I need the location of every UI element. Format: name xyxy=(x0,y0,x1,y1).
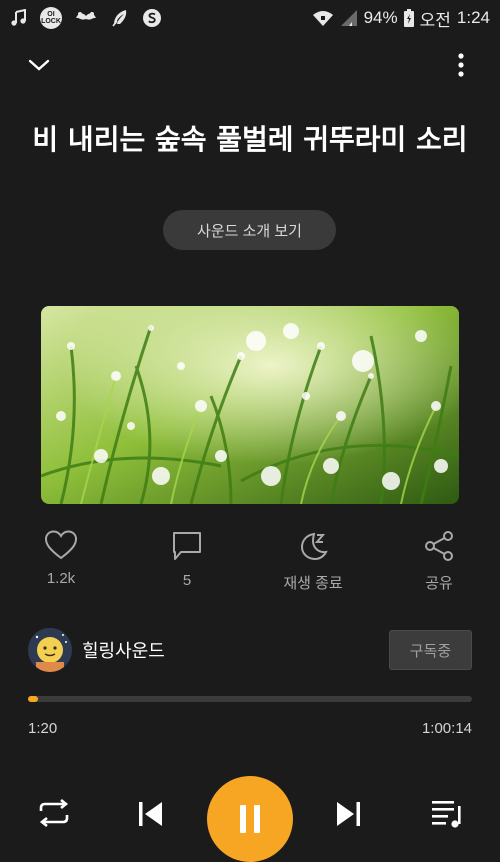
ok-lock-icon: OI LOCK xyxy=(40,7,62,29)
sleep-timer-button[interactable]: 재생 종료 xyxy=(263,530,363,593)
wifi-icon xyxy=(312,10,334,26)
channel-info[interactable]: 힐링사운드 xyxy=(28,628,165,672)
comment-button[interactable]: 5 xyxy=(137,530,237,589)
moon-icon xyxy=(300,532,328,561)
mustache-icon xyxy=(74,11,98,25)
signal-icon xyxy=(340,9,358,27)
channel-name[interactable]: 힐링사운드 xyxy=(82,637,165,663)
current-time: 1:20 xyxy=(28,720,58,737)
battery-icon xyxy=(403,9,414,27)
battery-percent: 94% xyxy=(363,8,398,27)
s-circle-icon xyxy=(142,8,162,28)
comment-count: 5 xyxy=(182,572,192,589)
top-bar xyxy=(0,44,500,84)
sleep-timer-label: 재생 종료 xyxy=(283,575,343,592)
share-label: 공유 xyxy=(425,575,453,592)
system-status: 94% 오전 1:24 xyxy=(312,6,490,31)
previous-icon[interactable] xyxy=(135,798,165,828)
clock-time: 1:24 xyxy=(456,8,490,27)
clock-ampm: 오전 xyxy=(419,10,451,30)
like-count: 1.2k xyxy=(46,570,76,587)
sound-title: 비 내리는 숲속 풀벌레 귀뚜라미 소리 xyxy=(32,123,468,156)
music-note-icon xyxy=(10,9,28,27)
total-time: 1:00:14 xyxy=(421,720,472,737)
cover-image xyxy=(41,306,459,504)
share-icon xyxy=(425,531,453,561)
progress-fill xyxy=(28,696,38,702)
sound-intro-button[interactable]: 사운드 소개 보기 xyxy=(163,210,336,250)
notification-icons: OI LOCK xyxy=(10,7,162,29)
subscribe-button[interactable]: 구독중 xyxy=(389,630,472,670)
next-icon[interactable] xyxy=(334,798,364,828)
playlist-icon[interactable] xyxy=(430,798,464,828)
heart-icon xyxy=(44,530,78,560)
feather-icon xyxy=(110,8,130,28)
status-bar: OI LOCK 94% 오전 1:24 xyxy=(0,0,500,36)
like-button[interactable]: 1.2k xyxy=(11,530,111,587)
more-options-icon[interactable] xyxy=(448,50,474,80)
chevron-down-icon[interactable] xyxy=(26,52,52,78)
share-button[interactable]: 공유 xyxy=(389,530,489,593)
pause-icon xyxy=(240,805,260,833)
repeat-icon[interactable] xyxy=(36,798,72,828)
pause-button[interactable] xyxy=(207,776,293,862)
progress-bar[interactable] xyxy=(28,696,472,702)
avatar[interactable] xyxy=(28,628,72,672)
comment-icon xyxy=(173,532,201,560)
action-row: 1.2k 5 재생 종료 공유 xyxy=(0,530,500,600)
